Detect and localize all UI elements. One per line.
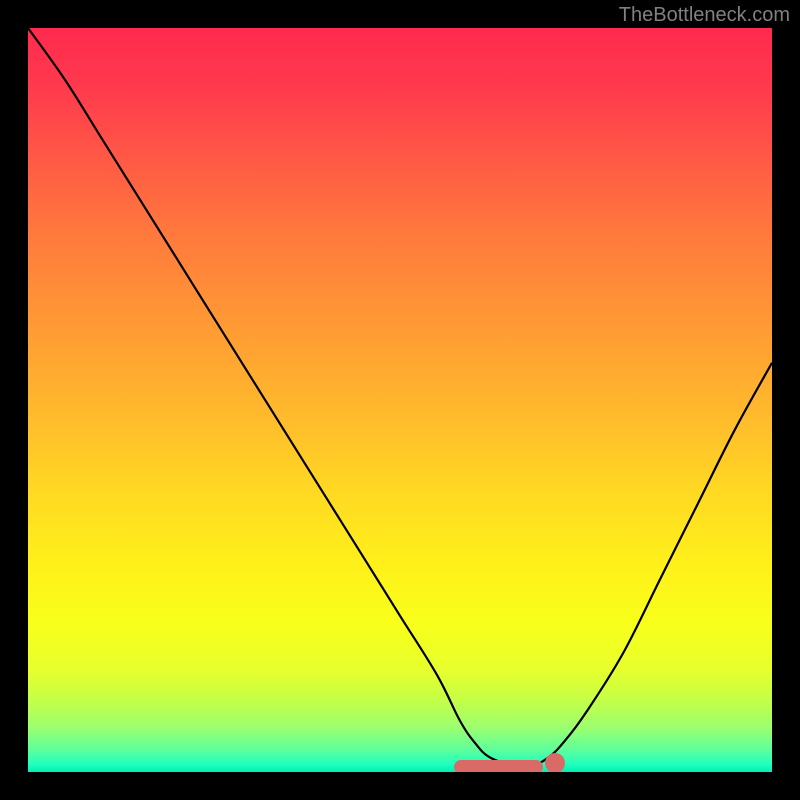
bottleneck-curve-path xyxy=(28,28,772,766)
watermark-text: TheBottleneck.com xyxy=(619,4,790,27)
chart-curve-svg xyxy=(28,28,772,772)
optimal-range-marker xyxy=(454,760,543,772)
optimal-range-end-dot xyxy=(545,753,565,772)
chart-plot-area xyxy=(28,28,772,772)
